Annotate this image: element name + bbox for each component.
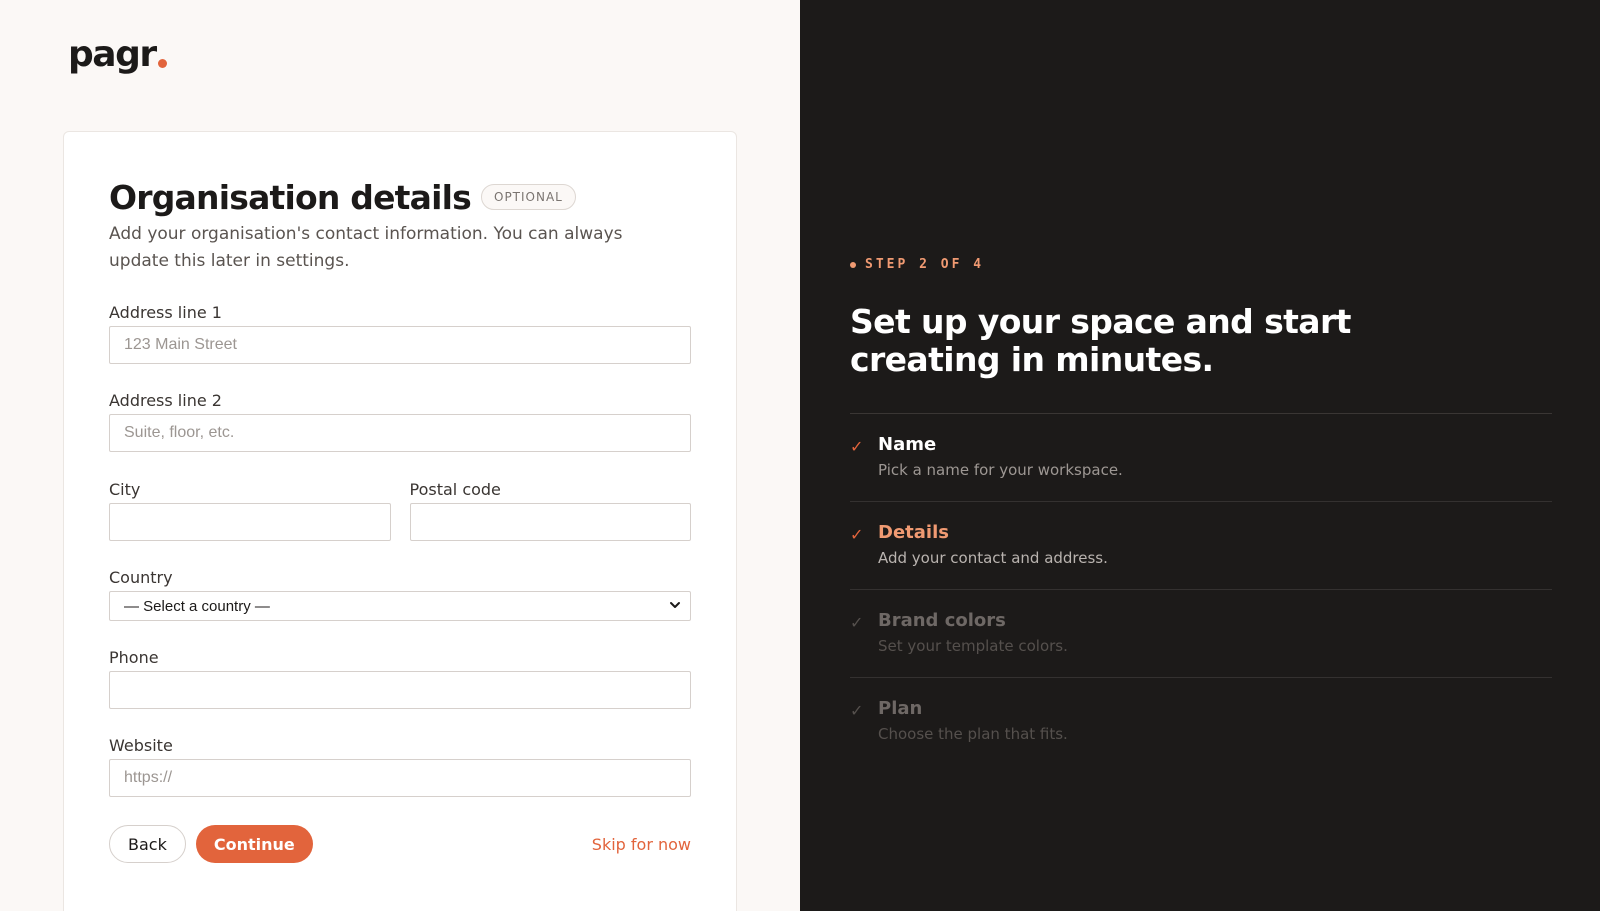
- step-indicator: STEP 2 OF 4: [850, 257, 984, 272]
- step-item-plan: ✓ Plan Choose the plan that fits.: [850, 678, 1552, 766]
- form-actions: Back Continue Skip for now: [109, 825, 691, 863]
- page-title: Organisation details: [109, 177, 472, 217]
- phone-input[interactable]: [109, 671, 691, 709]
- step-name: Name: [878, 434, 937, 455]
- address1-group: Address line 1: [109, 303, 691, 364]
- step-item-brand-colors: ✓ Brand colors Set your template colors.: [850, 590, 1552, 678]
- phone-group: Phone: [109, 648, 691, 709]
- form-panel: pagr Organisation details OPTIONAL Add y…: [0, 0, 800, 911]
- address1-input[interactable]: [109, 326, 691, 364]
- check-icon: ✓: [850, 613, 864, 632]
- step-desc: Pick a name for your workspace.: [878, 461, 1123, 479]
- address2-input[interactable]: [109, 414, 691, 452]
- continue-button[interactable]: Continue: [195, 825, 313, 863]
- form-card-content: Organisation details OPTIONAL Add your o…: [109, 177, 691, 863]
- page-subtitle: Add your organisation's contact informat…: [109, 224, 623, 271]
- brand-logo[interactable]: pagr: [68, 34, 167, 75]
- skip-for-now-link[interactable]: Skip for now: [592, 835, 691, 854]
- city-postal-row: City Postal code: [109, 480, 691, 541]
- postal-label: Postal code: [409, 480, 501, 499]
- country-select-value: — Select a country —: [124, 597, 270, 615]
- step-desc: Set your template colors.: [878, 637, 1068, 655]
- address2-label: Address line 2: [109, 391, 222, 410]
- step-item-details: ✓ Details Add your contact and address.: [850, 502, 1552, 590]
- step-name: Plan: [878, 698, 923, 719]
- city-group: City: [109, 480, 391, 541]
- website-group: Website: [109, 736, 691, 797]
- steps-list: ✓ Name Pick a name for your workspace. ✓…: [850, 413, 1552, 766]
- country-group: Country — Select a country —: [109, 568, 691, 621]
- title-row: Organisation details OPTIONAL: [109, 177, 691, 217]
- check-icon: ✓: [850, 525, 864, 544]
- step-desc: Choose the plan that fits.: [878, 725, 1068, 743]
- form-card: Organisation details OPTIONAL Add your o…: [63, 131, 737, 911]
- onboarding-headline: Set up your space and start creating in …: [850, 302, 1351, 379]
- step-name: Brand colors: [878, 610, 1006, 631]
- country-label: Country: [109, 568, 173, 587]
- step-item-name: ✓ Name Pick a name for your workspace.: [850, 414, 1552, 502]
- app-root: pagr Organisation details OPTIONAL Add y…: [0, 0, 1600, 911]
- city-input[interactable]: [109, 503, 391, 541]
- website-input[interactable]: [109, 759, 691, 797]
- brand-logo-text: pagr: [68, 34, 157, 75]
- back-button[interactable]: Back: [109, 825, 186, 863]
- step-label: STEP 2 OF 4: [865, 257, 985, 272]
- country-select[interactable]: — Select a country —: [109, 591, 691, 621]
- website-label: Website: [109, 736, 173, 755]
- optional-badge: OPTIONAL: [481, 184, 576, 210]
- phone-label: Phone: [109, 648, 159, 667]
- check-icon: ✓: [850, 437, 864, 456]
- address1-label: Address line 1: [109, 303, 222, 322]
- step-name: Details: [878, 522, 949, 543]
- chevron-down-icon: [670, 602, 680, 608]
- step-dot-icon: [850, 261, 856, 268]
- brand-logo-dot: [157, 59, 167, 68]
- onboarding-panel: STEP 2 OF 4 Set up your space and start …: [800, 0, 1600, 911]
- address2-group: Address line 2: [109, 391, 691, 452]
- step-desc: Add your contact and address.: [878, 549, 1108, 567]
- postal-group: Postal code: [409, 480, 691, 541]
- check-icon: ✓: [850, 701, 864, 720]
- city-label: City: [109, 480, 141, 499]
- postal-code-input[interactable]: [409, 503, 691, 541]
